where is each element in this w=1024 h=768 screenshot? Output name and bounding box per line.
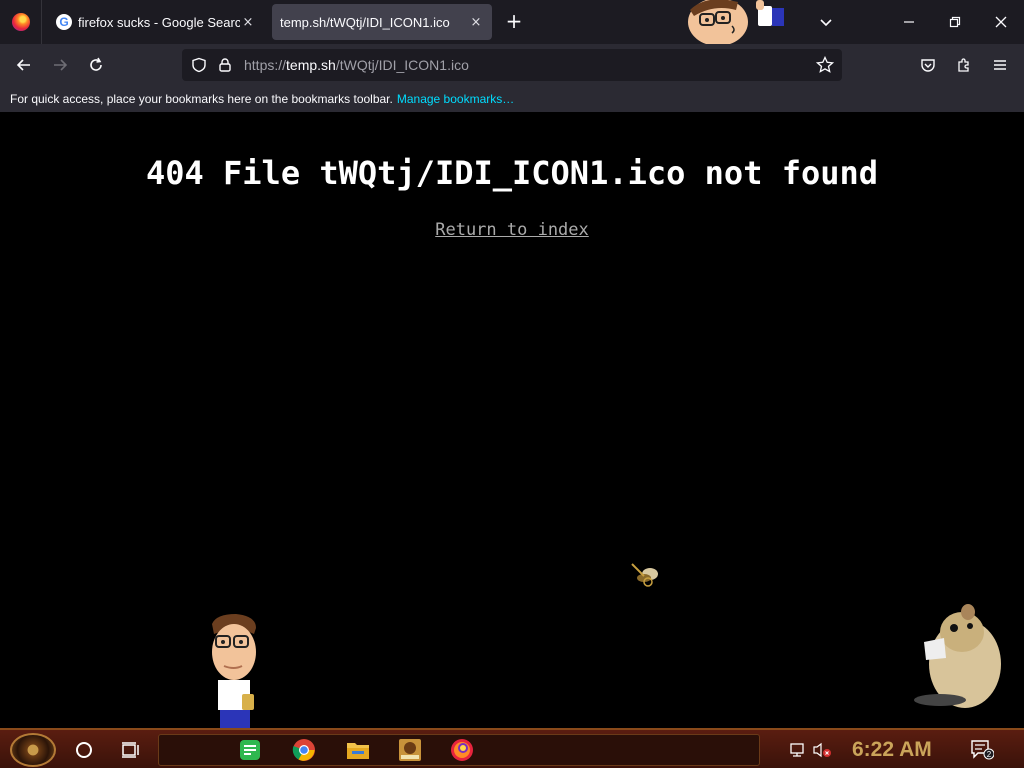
page-title: 404 File tWQtj/IDI_ICON1.ico not found xyxy=(145,154,879,192)
firefox-view-button[interactable] xyxy=(0,0,42,44)
application-menu-button[interactable] xyxy=(986,51,1014,79)
firefox-icon xyxy=(11,13,30,31)
cortana-circle-icon xyxy=(76,742,92,758)
return-to-index-link[interactable]: Return to index xyxy=(435,220,589,240)
new-tab-button[interactable]: + xyxy=(502,10,526,34)
taskbar-clock[interactable]: 6:22 AM xyxy=(852,732,932,768)
puzzle-piece-icon xyxy=(958,58,969,72)
notification-icon: 2 xyxy=(971,740,994,760)
taskbar-app-firefox[interactable] xyxy=(448,736,476,764)
volume-muted-icon[interactable] xyxy=(808,736,836,764)
taskbar-app-notes[interactable] xyxy=(236,736,264,764)
tab-strip: firefox sucks - Google Search × temp.sh/… xyxy=(0,0,1024,44)
close-window-button[interactable] xyxy=(978,0,1024,44)
pocket-button[interactable] xyxy=(914,51,942,79)
taskbar: 6:22 AM 2 xyxy=(0,728,1024,768)
tab-google-search[interactable]: firefox sucks - Google Search × xyxy=(48,4,264,40)
reload-button[interactable] xyxy=(82,51,110,79)
bookmark-star-icon[interactable] xyxy=(816,56,834,74)
hank-hill-standing-character xyxy=(212,614,256,728)
list-all-tabs-button[interactable] xyxy=(814,10,838,34)
taskbar-app-game[interactable] xyxy=(396,736,424,764)
close-icon xyxy=(995,16,1007,28)
bookmarks-toolbar-message: For quick access, place your bookmarks h… xyxy=(10,92,393,106)
back-button[interactable] xyxy=(10,51,38,79)
lock-icon[interactable] xyxy=(216,56,234,74)
address-bar[interactable]: https://temp.sh/tWQtj/IDI_ICON1.ico xyxy=(182,49,842,81)
folder-icon xyxy=(347,743,369,759)
google-icon xyxy=(56,14,72,30)
manage-bookmarks-link[interactable]: Manage bookmarks… xyxy=(397,92,514,106)
restore-button[interactable] xyxy=(932,0,978,44)
pocket-icon xyxy=(921,59,935,72)
tracking-protection-shield-icon[interactable] xyxy=(190,56,208,74)
firefox-icon xyxy=(451,739,473,761)
action-center-button[interactable]: 2 xyxy=(968,736,996,764)
game-app-icon xyxy=(399,739,421,761)
arrow-right-icon xyxy=(54,59,68,71)
navigation-toolbar: https://temp.sh/tWQtj/IDI_ICON1.ico xyxy=(0,44,1024,86)
extensions-button[interactable] xyxy=(950,51,978,79)
taskbar-app-chrome[interactable] xyxy=(290,736,318,764)
url-path: /tWQtj/IDI_ICON1.ico xyxy=(335,57,469,73)
url-field[interactable]: https://temp.sh/tWQtj/IDI_ICON1.ico xyxy=(244,49,469,81)
forward-button[interactable] xyxy=(46,51,74,79)
task-view-button[interactable] xyxy=(116,736,144,764)
tab-title: firefox sucks - Google Search xyxy=(78,14,240,30)
tab-title: temp.sh/tWQtj/IDI_ICON1.ico xyxy=(280,14,450,30)
chrome-icon xyxy=(292,739,315,761)
url-scheme: https:// xyxy=(244,57,287,73)
arrow-left-icon xyxy=(16,59,30,71)
chevron-down-icon xyxy=(820,19,832,27)
cortana-button[interactable] xyxy=(70,736,98,764)
restore-icon xyxy=(949,16,961,28)
notification-count: 2 xyxy=(987,750,992,759)
start-button[interactable] xyxy=(10,733,56,767)
bee-cursor-icon xyxy=(631,563,658,587)
notes-app-icon xyxy=(240,740,260,760)
bookmarks-toolbar: For quick access, place your bookmarks h… xyxy=(0,86,1024,112)
taskbar-app-file-explorer[interactable] xyxy=(344,736,372,764)
hamster-character xyxy=(914,604,1001,708)
tab-close-icon[interactable]: × xyxy=(240,14,256,30)
task-view-icon xyxy=(122,742,139,758)
minimize-button[interactable] xyxy=(886,0,932,44)
tab-temp-sh[interactable]: temp.sh/tWQtj/IDI_ICON1.ico × xyxy=(272,4,492,40)
hamburger-menu-icon xyxy=(994,60,1006,70)
web-content: 404 File tWQtj/IDI_ICON1.ico not found R… xyxy=(0,112,1024,728)
return-to-index-link-container: Return to index xyxy=(0,220,1024,240)
minimize-icon xyxy=(904,21,914,23)
url-host: temp.sh xyxy=(286,57,336,73)
hank-hill-character xyxy=(688,0,784,44)
reload-icon xyxy=(90,57,102,71)
tab-close-icon[interactable]: × xyxy=(468,14,484,30)
